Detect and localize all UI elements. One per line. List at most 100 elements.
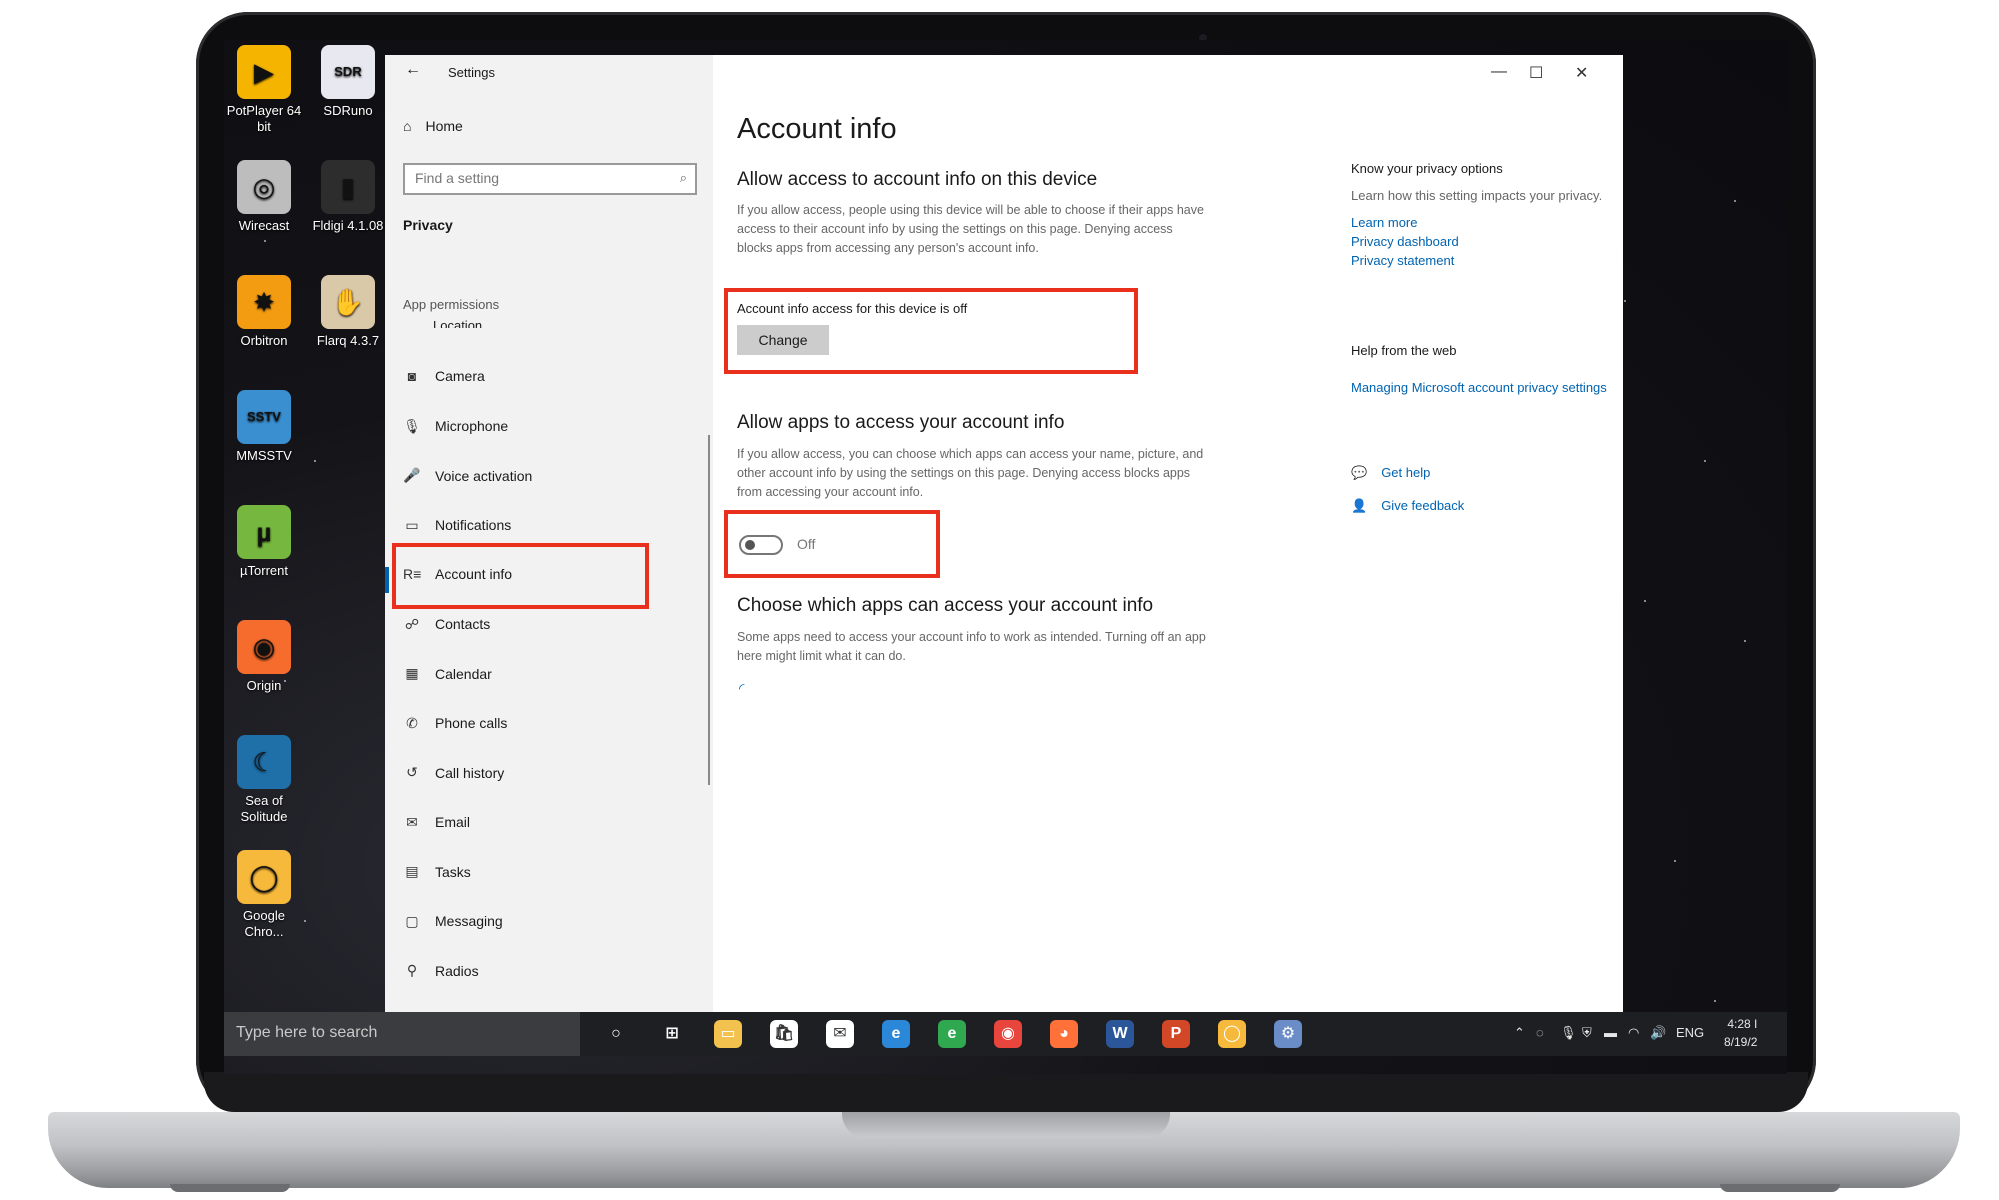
get-help-link[interactable]: Get help [1381,463,1430,482]
sidebar-item-label: Camera [435,368,485,384]
desktop-icon[interactable]: ◎ Wirecast [222,160,306,234]
managing-privacy-link[interactable]: Managing Microsoft account privacy setti… [1351,378,1611,397]
get-help-row[interactable]: 💬 Get help [1351,463,1611,482]
chrome-icon[interactable]: ◉ [994,1020,1022,1048]
sidebar-item-messaging[interactable]: ▢ Messaging [403,912,503,930]
highlight-account-info-nav [392,543,649,609]
loading-spinner-icon: ◜ [739,680,745,696]
privacy-dashboard-link[interactable]: Privacy dashboard [1351,232,1611,251]
defender-icon[interactable]: ⛨ [1582,1025,1592,1041]
home-label: Home [425,118,463,134]
calendar-icon: ▦ [405,665,419,681]
clock[interactable]: 4:28 I 8/19/2 [1724,1015,1757,1051]
section-label: Privacy [403,217,453,233]
apps-section-description: If you allow access, you can choose whic… [737,447,1204,499]
desktop-icon[interactable]: ☾ Sea of Solitude [222,735,306,825]
taskbar-search-input[interactable]: Type here to search [224,1012,580,1056]
feedback-icon: 👤 [1351,498,1368,513]
star-dot [1734,200,1736,202]
sidebar-item-contacts[interactable]: ☍ Contacts [403,616,490,633]
sidebar-item-label: Voice activation [435,467,533,484]
volume-icon[interactable]: 🔊 [1650,1025,1666,1041]
desktop-icon[interactable]: ✋ Flarq 4.3.7 [306,275,390,349]
email-icon: ✉ [406,813,418,830]
desktop-icon[interactable]: ✸ Orbitron [222,275,306,349]
network-icon[interactable]: ◌ [1536,1025,1544,1040]
desktop-icon[interactable]: SDR SDRuno [306,45,390,119]
sidebar-item-email[interactable]: ✉ Email [403,814,470,831]
app-icon: ✸ [237,275,291,329]
group-label: App permissions [403,297,500,312]
clock-date: 8/19/2 [1724,1035,1758,1049]
mic-tray-icon[interactable]: 🎙 [1560,1025,1577,1041]
mail-icon[interactable]: ✉ [826,1020,854,1048]
desktop-icon[interactable]: ◯ Google Chro... [222,850,306,940]
sidebar-item-location-partial[interactable]: Location [403,318,482,328]
powerpoint-icon[interactable]: P [1162,1020,1190,1048]
sidebar-item-notifications[interactable]: ▭ Notifications [403,517,511,534]
sidebar-scrollbar[interactable] [708,435,710,785]
voice-activation-icon: 🎤 [403,467,421,483]
home-nav[interactable]: ⌂ Home [403,118,463,134]
privacy-statement-link[interactable]: Privacy statement [1351,251,1611,270]
sidebar-item-phone-calls[interactable]: ✆ Phone calls [403,715,507,732]
app-icon: ◉ [237,620,291,674]
privacy-options-text: Learn how this setting impacts your priv… [1351,188,1603,203]
word-icon[interactable]: W [1106,1020,1134,1048]
edge-icon[interactable]: e [882,1020,910,1048]
task-view-icon[interactable]: ⊞ [658,1020,686,1048]
page-title: Account info [737,113,897,145]
get-help-icon: 💬 [1351,465,1368,480]
chevron-up-icon[interactable]: ⌃ [1514,1025,1525,1041]
sidebar-item-label: Phone calls [435,715,508,731]
minimize-icon[interactable]: — [1491,63,1507,81]
sidebar-item-voice-activation[interactable]: 🎤 Voice activation [403,467,532,484]
sidebar-item-call-history[interactable]: ↺ Call history [403,764,504,781]
desktop-icon-label: Orbitron [240,333,288,348]
desktop-icon[interactable]: µ µTorrent [222,505,306,579]
sidebar-item-microphone[interactable]: 🎙 Microphone [403,418,508,435]
privacy-options-title: Know your privacy options [1351,161,1503,176]
chrome-canary-icon[interactable]: ◯ [1218,1020,1246,1048]
edge-dev-icon[interactable]: e [938,1020,966,1048]
file-explorer-icon[interactable]: ▭ [714,1020,742,1048]
sidebar-item-label: Messaging [435,913,503,929]
desktop-icon[interactable]: ▶ PotPlayer 64 bit [222,45,306,135]
app-icon: ◯ [237,850,291,904]
find-setting-input[interactable]: Find a setting ⌕ [403,163,697,195]
desktop-icon[interactable]: SSTV MMSSTV [222,390,306,464]
wifi-icon[interactable]: ◠ [1628,1025,1639,1041]
give-feedback-row[interactable]: 👤 Give feedback [1351,496,1611,515]
messaging-icon: ▢ [405,912,419,929]
desktop-icon[interactable]: ◉ Origin [222,620,306,694]
sidebar-item-radios[interactable]: ⚲ Radios [403,962,479,979]
back-arrow-icon[interactable]: ← [405,61,421,79]
battery-icon[interactable]: ▬ [1604,1025,1617,1040]
app-icon: ☾ [237,735,291,789]
sidebar-item-calendar[interactable]: ▦ Calendar [403,665,492,682]
app-icon: ▮ [321,160,375,214]
home-icon: ⌂ [403,118,412,134]
desktop-icon-label: Flarq 4.3.7 [316,333,380,348]
desktop-icon[interactable]: ▮ Fldigi 4.1.08 [306,160,390,234]
give-feedback-link[interactable]: Give feedback [1381,496,1464,515]
sidebar-item-label: Calendar [435,665,492,682]
star-dot [1644,600,1646,602]
radios-icon: ⚲ [406,962,418,978]
settings-user-icon[interactable]: ⚙ [1274,1020,1302,1048]
learn-more-link[interactable]: Learn more [1351,213,1611,232]
desktop-icon-label: Fldigi 4.1.08 [312,218,384,233]
sidebar-item-tasks[interactable]: ▤ Tasks [403,863,470,880]
help-web-title: Help from the web [1351,343,1457,358]
desktop-icon-label: Origin [246,678,282,693]
sidebar-item-label: Notifications [435,517,512,533]
firefox-icon[interactable]: ◕ [1050,1020,1078,1048]
store-icon[interactable]: 🛍 [770,1020,798,1048]
language-indicator[interactable]: ENG [1676,1025,1704,1040]
cortana-icon[interactable]: ○ [602,1020,630,1048]
tasks-icon: ▤ [405,863,419,879]
close-icon[interactable]: ✕ [1575,63,1588,83]
maximize-icon[interactable]: ☐ [1529,63,1543,83]
clock-time: 4:28 I [1727,1017,1758,1031]
sidebar-item-camera[interactable]: ◙ Camera [403,368,485,384]
